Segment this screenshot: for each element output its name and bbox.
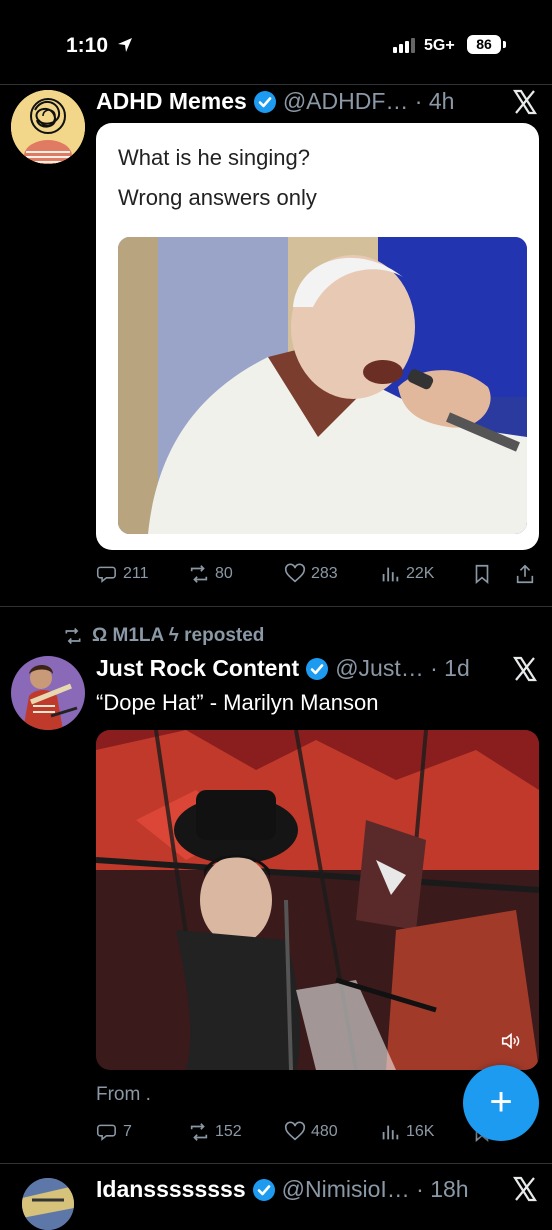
divider bbox=[0, 84, 552, 85]
view-count: 16K bbox=[406, 1123, 435, 1140]
repost-icon bbox=[190, 1123, 208, 1141]
tweet-header: Just Rock Content @Just… · 1d bbox=[96, 655, 470, 682]
reply-button[interactable]: 211 bbox=[96, 563, 149, 585]
meme-text-line2: Wrong answers only bbox=[118, 185, 317, 210]
handle-and-time: @NimisioI… · 18h bbox=[281, 1176, 469, 1202]
divider bbox=[0, 606, 552, 607]
avatar-image bbox=[22, 1178, 74, 1230]
like-count: 283 bbox=[311, 565, 338, 582]
like-count: 480 bbox=[311, 1123, 338, 1140]
from-attribution[interactable]: From . bbox=[96, 1084, 151, 1106]
handle-and-time: @Just… · 1d bbox=[335, 655, 470, 681]
display-name[interactable]: ADHD Memes bbox=[96, 88, 247, 115]
x-logo-icon[interactable] bbox=[512, 656, 538, 682]
verified-badge-icon bbox=[253, 90, 276, 113]
repost-count: 152 bbox=[215, 1123, 242, 1140]
reply-count: 7 bbox=[123, 1123, 132, 1140]
repost-button[interactable]: 80 bbox=[188, 563, 233, 585]
display-name[interactable]: Just Rock Content bbox=[96, 655, 299, 682]
heart-icon bbox=[284, 563, 306, 583]
handle-and-time: @ADHDF… · 4h bbox=[282, 88, 455, 114]
like-button[interactable]: 283 bbox=[284, 563, 338, 585]
repost-by-label: Ω M1LA ϟ reposted bbox=[92, 625, 265, 646]
signal-icon bbox=[393, 38, 415, 53]
divider bbox=[0, 1163, 552, 1164]
like-button[interactable]: 480 bbox=[284, 1121, 338, 1143]
repost-count: 80 bbox=[215, 565, 233, 582]
network-type: 5G+ bbox=[424, 37, 455, 54]
meme-image bbox=[118, 237, 527, 534]
x-logo-icon[interactable] bbox=[512, 1176, 538, 1202]
repost-indicator-icon bbox=[65, 627, 81, 645]
tweet-header: ADHD Memes @ADHDF… · 4h bbox=[96, 88, 454, 115]
tweet-text: “Dope Hat” - Marilyn Manson bbox=[96, 690, 379, 715]
compose-button[interactable]: + bbox=[463, 1065, 539, 1141]
views-button[interactable]: 22K bbox=[379, 563, 434, 585]
battery-nub bbox=[503, 41, 506, 48]
reply-icon bbox=[96, 566, 116, 583]
repost-button[interactable]: 152 bbox=[188, 1121, 242, 1143]
display-name[interactable]: Idanssssssss bbox=[96, 1176, 246, 1203]
avatar[interactable] bbox=[22, 1178, 74, 1230]
battery-icon: 86 bbox=[467, 35, 501, 54]
video-player[interactable] bbox=[96, 730, 539, 1070]
plus-icon: + bbox=[489, 1080, 513, 1124]
views-button[interactable]: 16K bbox=[379, 1121, 434, 1143]
verified-badge-icon bbox=[252, 1178, 275, 1201]
share-icon[interactable] bbox=[514, 563, 536, 585]
avatar-image bbox=[11, 656, 85, 730]
volume-icon[interactable] bbox=[500, 1030, 522, 1052]
avatar-image bbox=[11, 90, 85, 164]
verified-badge-icon bbox=[306, 657, 329, 680]
repost-indicator[interactable]: Ω M1LA ϟ reposted bbox=[62, 625, 264, 647]
views-icon bbox=[382, 567, 399, 582]
views-icon bbox=[382, 1125, 399, 1140]
x-logo-icon[interactable] bbox=[512, 89, 538, 115]
reply-count: 211 bbox=[123, 565, 149, 582]
repost-icon bbox=[190, 565, 208, 583]
location-arrow-icon bbox=[118, 38, 132, 52]
bookmark-icon[interactable] bbox=[471, 563, 493, 585]
meme-card[interactable]: What is he singing? Wrong answers only bbox=[96, 123, 539, 550]
action-bar: 211 80 283 22K bbox=[96, 563, 539, 589]
view-count: 22K bbox=[406, 565, 435, 582]
heart-icon bbox=[284, 1121, 306, 1141]
reply-button[interactable]: 7 bbox=[96, 1121, 132, 1143]
reply-icon bbox=[96, 1124, 116, 1141]
meme-text-line1: What is he singing? bbox=[118, 145, 310, 170]
tweet-header: Idanssssssss @NimisioI… · 18h bbox=[96, 1176, 469, 1203]
avatar[interactable] bbox=[11, 90, 85, 164]
status-time: 1:10 bbox=[66, 34, 109, 57]
avatar[interactable] bbox=[11, 656, 85, 730]
